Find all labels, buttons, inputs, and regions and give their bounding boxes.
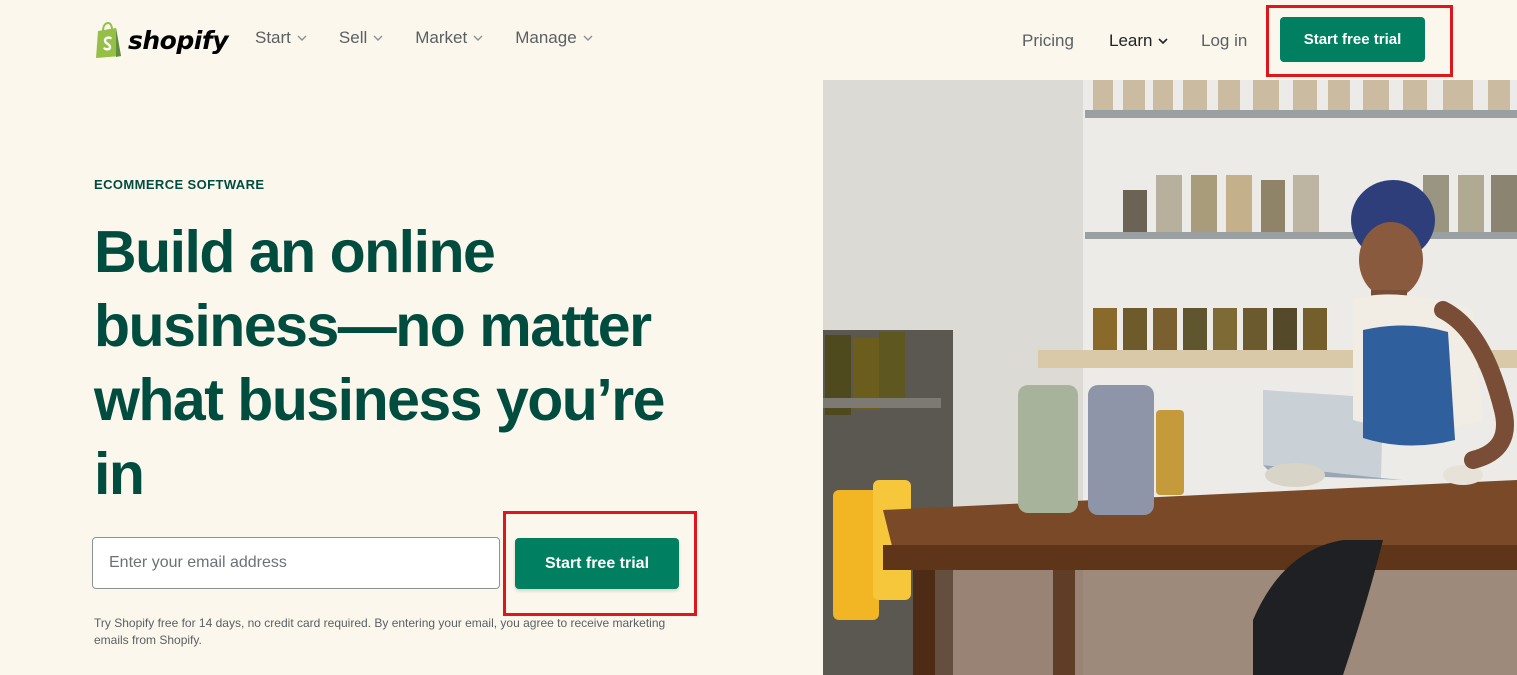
hero-eyebrow: ECOMMERCE SOFTWARE <box>94 177 265 192</box>
chevron-down-icon <box>297 35 307 41</box>
trial-disclaimer: Try Shopify free for 14 days, no credit … <box>94 616 666 647</box>
hero-start-trial-button[interactable]: Start free trial <box>515 538 679 589</box>
nav-learn-label: Learn <box>1109 31 1153 50</box>
nav-market-label: Market <box>415 28 468 47</box>
nav-start[interactable]: Start <box>255 28 307 48</box>
nav-start-label: Start <box>255 28 291 47</box>
site-header: shopify Start Sell Market Manage Pricing… <box>0 0 1517 80</box>
nav-manage[interactable]: Manage <box>515 28 593 48</box>
email-input[interactable] <box>92 537 500 589</box>
chevron-down-icon <box>583 35 593 41</box>
nav-pricing[interactable]: Pricing <box>1022 31 1074 51</box>
header-start-trial-button[interactable]: Start free trial <box>1280 17 1425 62</box>
logo-wordmark: shopify <box>128 25 229 55</box>
shopify-logo[interactable]: shopify <box>94 20 229 60</box>
chevron-down-icon <box>1158 37 1169 44</box>
hero-photo <box>823 80 1517 675</box>
nav-login[interactable]: Log in <box>1201 31 1247 51</box>
nav-sell-label: Sell <box>338 28 368 47</box>
hero-title: Build an online business—no matter what … <box>94 219 666 507</box>
chevron-down-icon <box>373 35 383 41</box>
nav-sell[interactable]: Sell <box>339 28 383 48</box>
nav-learn[interactable]: Learn <box>1109 31 1169 51</box>
primary-nav: Start Sell Market Manage <box>255 28 593 48</box>
chevron-down-icon <box>473 35 483 41</box>
nav-market[interactable]: Market <box>415 28 483 48</box>
nav-manage-label: Manage <box>515 28 577 47</box>
shopping-bag-icon <box>96 22 121 58</box>
